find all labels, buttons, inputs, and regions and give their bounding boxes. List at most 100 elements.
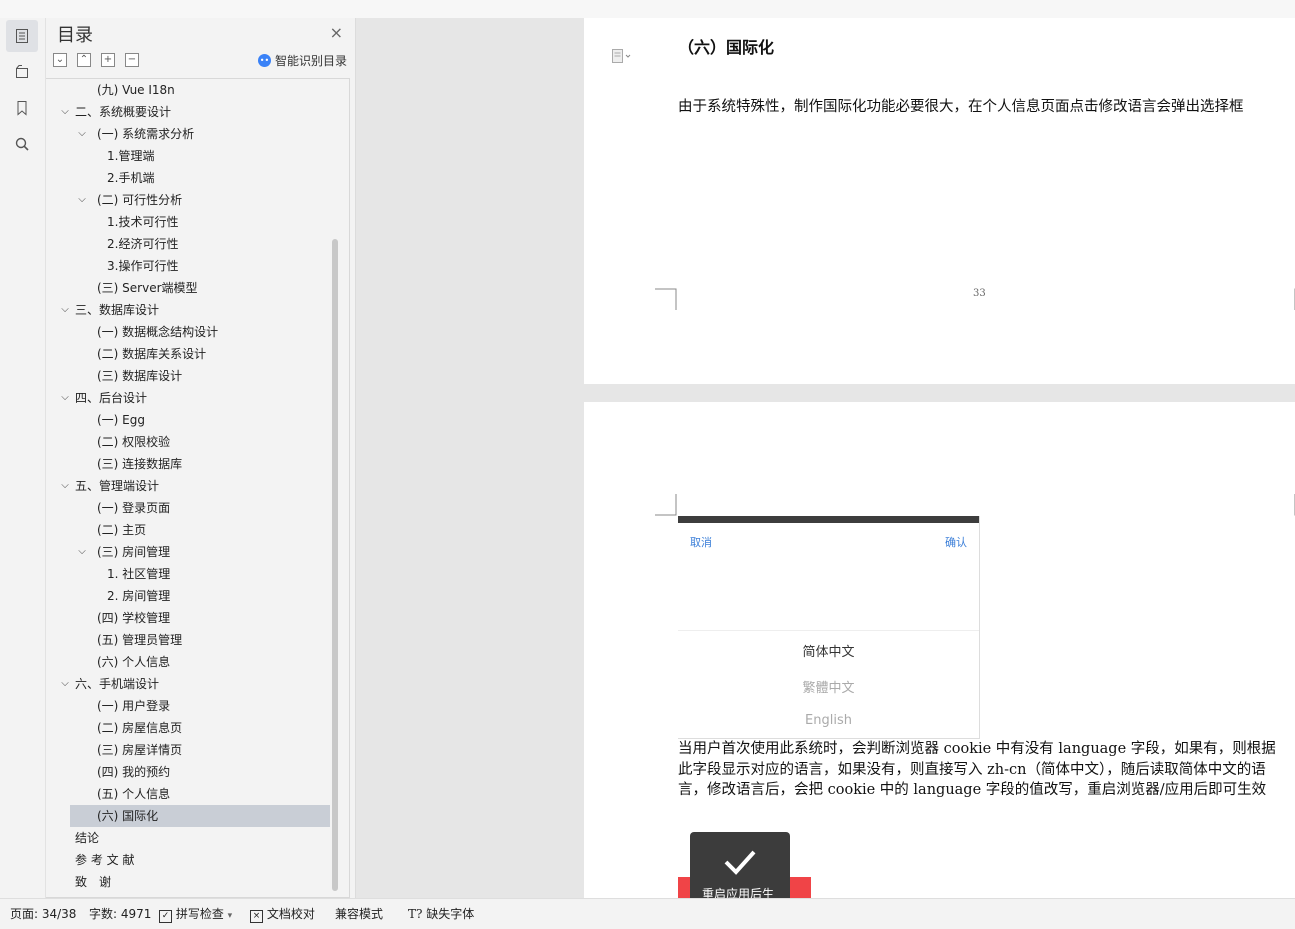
spellcheck-button[interactable]: ✓ 拼写检查 ▾ [159,905,232,923]
chevron-down-icon[interactable]: ⌵ [77,189,87,211]
remove-heading-icon[interactable]: − [125,53,139,67]
picker-confirm-button[interactable]: 确认 [945,534,967,550]
chevron-down-icon[interactable]: ⌵ [77,541,87,563]
toc-item-label: (一) 系统需求分析 [97,127,195,141]
toc-item[interactable]: 结论 [46,827,330,849]
spellcheck-label: 拼写检查 [175,907,224,921]
missing-fonts-button[interactable]: T? 缺失字体 [408,905,474,922]
toc-item[interactable]: ⌵ 四、后台设计 [46,387,330,409]
toc-item-label: 2.经济可行性 [107,237,179,251]
toc-item[interactable]: 致 谢 [46,871,330,893]
toc-item[interactable]: (三) 房屋详情页 [46,739,330,761]
chevron-down-icon[interactable]: ⌵ [77,123,87,145]
picker-cancel-button[interactable]: 取消 [690,534,712,550]
toc-item-label: (九) Vue I18n [97,83,175,97]
language-option[interactable]: 繁體中文 [678,677,979,696]
toc-item[interactable]: (三) Server端模型 [46,277,330,299]
proofread-label: 文档校对 [266,907,315,921]
toc-scrollbar[interactable] [332,239,338,891]
toc-item[interactable]: (三) 连接数据库 [46,453,330,475]
chapter-nav-icon[interactable] [6,56,38,88]
toc-item-label: 五、管理端设计 [75,479,160,493]
toc-item[interactable]: 2. 房间管理 [46,585,330,607]
intro-paragraph: 由于系统特殊性，制作国际化功能必要很大，在个人信息页面点击修改语言会弹出选择框 [678,99,1244,115]
smart-toc-button[interactable]: •• 智能识别目录 [257,52,347,69]
toc-item-label: (三) 连接数据库 [97,457,183,471]
toc-item[interactable]: ⌵ 三、数据库设计 [46,299,330,321]
toast-text: 重启应用后生效! [702,887,775,898]
toc-item[interactable]: 1.管理端 [46,145,330,167]
toc-item[interactable]: ⌵ 五、管理端设计 [46,475,330,497]
smart-toc-label: 智能识别目录 [274,54,347,68]
language-picker-image: 取消 确认 简体中文 繁體中文 English [678,516,980,739]
toc-item[interactable]: ⌵ (二) 可行性分析 [46,189,330,211]
toc-item[interactable]: ⌵ 六、手机端设计 [46,673,330,695]
chevron-down-icon[interactable]: ⌵ [60,101,70,123]
toc-tools: ⌄ ⌃ + − [53,53,139,67]
toc-item[interactable]: (二) 主页 [46,519,330,541]
chevron-down-icon[interactable]: ⌵ [60,673,70,695]
page-menu-icon[interactable] [612,48,632,67]
chevron-down-icon[interactable]: ⌵ [60,299,70,321]
toc-item[interactable]: 参 考 文 献 [46,849,330,871]
language-option[interactable]: 简体中文 [678,641,979,660]
toc-item[interactable]: (二) 房屋信息页 [46,717,330,739]
toc-item[interactable]: 1.技术可行性 [46,211,330,233]
toc-item-label: 3.操作可行性 [107,259,179,273]
chevron-down-icon[interactable]: ⌵ [60,387,70,409]
add-heading-icon[interactable]: + [101,53,115,67]
toc-item[interactable]: ⌵ 二、系统概要设计 [46,101,330,123]
toc-item[interactable]: (九) Vue I18n [46,79,330,101]
toc-item-label: (四) 学校管理 [97,611,171,625]
toc-item-label: (一) 数据概念结构设计 [97,325,219,339]
check-icon [724,850,756,875]
bookmark-icon[interactable] [6,92,38,124]
toc-item[interactable]: (五) 管理员管理 [46,629,330,651]
toc-item[interactable]: (四) 学校管理 [46,607,330,629]
toc-item[interactable]: (二) 权限校验 [46,431,330,453]
toc-item[interactable]: ⌵ (三) 房间管理 [46,541,330,563]
search-icon[interactable] [6,128,38,160]
toc-list: 致 谢 参 考 文 献 结论 (六) 国际化 (五) 个人信息 (四) 我的预约 (三) 房… [46,78,350,898]
collapse-all-icon[interactable]: ⌃ [77,53,91,67]
toc-item[interactable]: 3.操作可行性 [46,255,330,277]
language-option[interactable]: English [678,713,979,728]
chevron-down-icon[interactable]: ⌵ [60,475,70,497]
expand-all-icon[interactable]: ⌄ [53,53,67,67]
toc-item[interactable]: ⌵ (一) 系统需求分析 [46,123,330,145]
toc-item-label: 参 考 文 献 [75,853,135,867]
status-bar: 页面: 34/38 字数: 4971 ✓ 拼写检查 ▾ × 文档校对 兼容模式 … [0,898,1295,929]
checkbox-icon: ✓ [159,910,172,923]
toc-item[interactable]: 1. 社区管理 [46,563,330,585]
toc-panel-icon[interactable] [6,20,38,52]
toc-item[interactable]: (四) 我的预约 [46,761,330,783]
toc-item-label: 三、数据库设计 [75,303,160,317]
proofread-icon: × [250,910,263,923]
section-heading: （六）国际化 [678,38,775,57]
toc-item-label: 二、系统概要设计 [75,105,172,119]
word-count[interactable]: 字数: 4971 [89,905,151,922]
document-page-33: （六）国际化 由于系统特殊性，制作国际化功能必要很大，在个人信息页面点击修改语言… [584,18,1295,384]
toc-item[interactable]: (一) 登录页面 [46,497,330,519]
toc-item[interactable]: (一) 数据概念结构设计 [46,321,330,343]
toc-item-label: (六) 国际化 [97,809,159,823]
close-icon[interactable]: × [330,23,343,42]
cookie-paragraph: 当用户首次使用此系统时，会判断浏览器 cookie 中有没有 language … [678,741,1276,798]
toc-item[interactable]: (二) 数据库关系设计 [46,343,330,365]
toc-item[interactable]: (一) Egg [46,409,330,431]
page-indicator[interactable]: 页面: 34/38 [10,905,76,922]
toc-item-label: (一) 用户登录 [97,699,171,713]
toc-item[interactable]: (六) 个人信息 [46,651,330,673]
compat-mode-label[interactable]: 兼容模式 [335,905,383,922]
toc-panel: 目录 × ⌄ ⌃ + − •• 智能识别目录 致 谢 参 考 文 献结论 (六) 国… [46,18,356,898]
proofread-button[interactable]: × 文档校对 [250,905,315,923]
toc-item[interactable]: (五) 个人信息 [46,783,330,805]
toc-item[interactable]: (一) 用户登录 [46,695,330,717]
toc-item[interactable]: 2.手机端 [46,167,330,189]
toc-item[interactable]: 2.经济可行性 [46,233,330,255]
toc-item[interactable]: (三) 数据库设计 [46,365,330,387]
picker-header-bar [678,516,979,523]
toc-item[interactable]: (六) 国际化 [70,805,330,827]
toc-item-label: 1.技术可行性 [107,215,179,229]
toc-item-label: 致 谢 [75,875,112,889]
